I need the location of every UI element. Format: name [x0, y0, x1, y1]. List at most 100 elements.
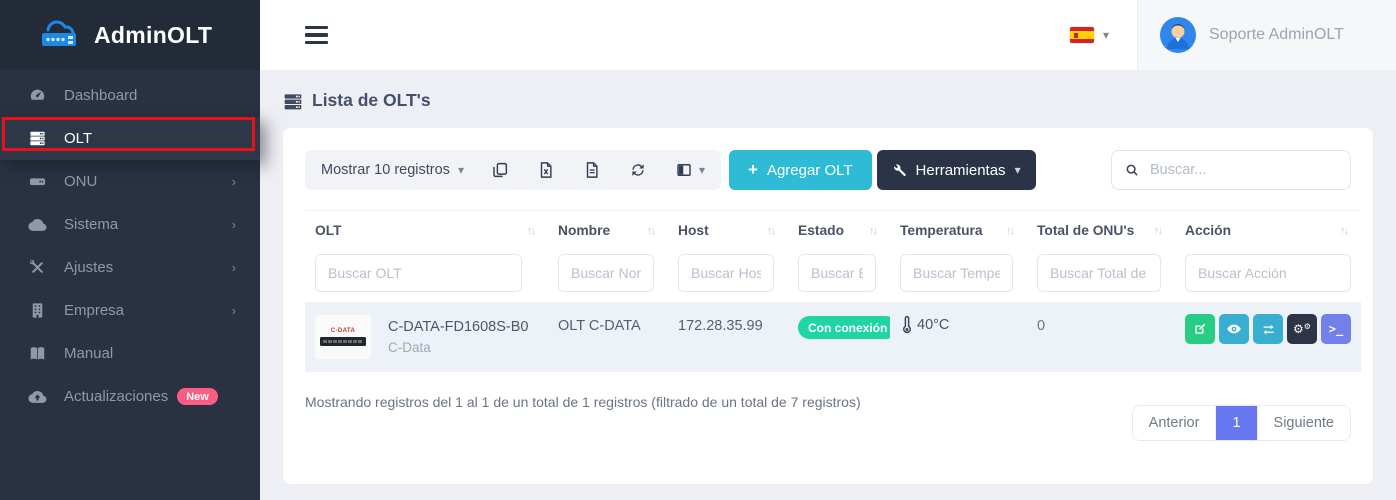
column-header-estado[interactable]: Estado↑↓	[788, 210, 890, 248]
export-excel-button[interactable]	[537, 161, 556, 180]
app-title: AdminOLT	[94, 22, 212, 49]
wrench-icon	[892, 163, 907, 178]
filter-olt-input[interactable]	[315, 254, 522, 292]
configure-olt-button[interactable]: ⚙⚙	[1287, 314, 1317, 344]
book-icon	[27, 344, 47, 364]
sort-icon: ↑↓	[647, 225, 658, 237]
tools-icon	[27, 258, 47, 278]
records-summary: Mostrando registros del 1 al 1 de un tot…	[305, 392, 861, 410]
pagination-previous-button[interactable]: Anterior	[1133, 406, 1216, 440]
olt-table: OLT↑↓ Nombre↑↓ Host↑↓ Estado↑↓ Temperatu…	[305, 210, 1351, 372]
column-header-total-onus[interactable]: Total de ONU's↑↓	[1027, 210, 1175, 248]
exchange-olt-button[interactable]	[1253, 314, 1283, 344]
export-file-button[interactable]	[583, 161, 602, 180]
olt-brand: C-Data	[388, 340, 528, 355]
sidebar-item-actualizaciones[interactable]: Actualizaciones New	[0, 375, 260, 418]
user-name: Soporte AdminOLT	[1209, 26, 1344, 44]
chevron-right-icon: ›	[232, 303, 236, 318]
pagination-next-button[interactable]: Siguiente	[1257, 406, 1350, 440]
sidebar-item-dashboard[interactable]: Dashboard	[0, 74, 260, 117]
pagination: Anterior 1 Siguiente	[1132, 405, 1351, 441]
cell-estado: Con conexión	[788, 302, 890, 372]
filter-total-onus-input[interactable]	[1037, 254, 1161, 292]
search-input[interactable]	[1150, 162, 1337, 178]
sidebar-item-sistema[interactable]: Sistema ›	[0, 203, 260, 246]
sort-icon: ↑↓	[1154, 225, 1165, 237]
edit-icon	[1193, 322, 1207, 336]
sidebar-item-label: Manual	[64, 345, 113, 362]
sidebar-item-ajustes[interactable]: Ajustes ›	[0, 246, 260, 289]
tools-label: Herramientas	[916, 162, 1006, 179]
user-avatar	[1160, 17, 1196, 53]
sidebar-item-onu[interactable]: ONU ›	[0, 160, 260, 203]
copy-button[interactable]	[491, 161, 510, 180]
chevron-down-icon: ▾	[1103, 28, 1109, 42]
column-header-temperatura[interactable]: Temperatura↑↓	[890, 210, 1027, 248]
server-icon	[283, 91, 303, 111]
page-length-select[interactable]: Mostrar 10 registros ▾	[321, 162, 464, 178]
cloud-icon	[27, 215, 47, 235]
refresh-button[interactable]	[629, 161, 648, 180]
user-menu[interactable]: Soporte AdminOLT	[1137, 0, 1396, 70]
sidebar-item-empresa[interactable]: Empresa ›	[0, 289, 260, 332]
column-header-accion[interactable]: Acción↑↓	[1175, 210, 1361, 248]
filter-temperatura-input[interactable]	[900, 254, 1013, 292]
sidebar-item-label: Dashboard	[64, 87, 137, 104]
column-header-host[interactable]: Host↑↓	[668, 210, 788, 248]
column-visibility-button[interactable]: ▾	[675, 161, 705, 179]
tools-dropdown-button[interactable]: Herramientas ▾	[877, 150, 1036, 190]
filter-nombre-input[interactable]	[558, 254, 654, 292]
cell-accion: ⚙⚙ >_	[1175, 302, 1361, 372]
cell-total-onus: 0	[1027, 302, 1175, 372]
chevron-down-icon: ▾	[1015, 163, 1021, 177]
status-badge: Con conexión	[798, 316, 897, 339]
adminolt-logo-icon	[34, 18, 84, 52]
sidebar-item-label: Actualizaciones	[64, 388, 168, 405]
table-toolbar: Mostrar 10 registros ▾ ▾	[305, 150, 1351, 190]
add-olt-label: Agregar OLT	[767, 162, 853, 179]
sidebar-item-olt[interactable]: OLT	[0, 117, 260, 160]
chevron-down-icon: ▾	[699, 163, 705, 177]
page-length-label: Mostrar 10 registros	[321, 162, 450, 178]
exchange-icon	[1261, 322, 1276, 337]
olt-list-card: Mostrar 10 registros ▾ ▾	[283, 128, 1373, 484]
sidebar-nav: Dashboard OLT ONU › S	[0, 70, 260, 418]
chevron-down-icon: ▾	[458, 163, 464, 177]
sidebar-item-manual[interactable]: Manual	[0, 332, 260, 375]
thermometer-icon	[900, 316, 914, 334]
new-badge: New	[177, 388, 218, 405]
chevron-right-icon: ›	[232, 217, 236, 232]
dashboard-icon	[27, 86, 47, 106]
filter-cell	[548, 248, 668, 302]
building-icon	[27, 301, 47, 321]
sidebar-item-label: OLT	[64, 130, 92, 147]
filter-host-input[interactable]	[678, 254, 774, 292]
filter-accion-input[interactable]	[1185, 254, 1351, 292]
terminal-olt-button[interactable]: >_	[1321, 314, 1351, 344]
sort-icon: ↑↓	[869, 225, 880, 237]
app-logo[interactable]: AdminOLT	[0, 0, 260, 70]
language-dropdown[interactable]: ▾	[1070, 27, 1109, 43]
column-header-olt[interactable]: OLT↑↓	[305, 210, 548, 248]
pagination-page-1-button[interactable]: 1	[1215, 406, 1256, 440]
menu-toggle-button[interactable]	[305, 26, 328, 45]
view-olt-button[interactable]	[1219, 314, 1249, 344]
edit-olt-button[interactable]	[1185, 314, 1215, 344]
cell-temperatura: 40°C	[890, 302, 1027, 372]
search-icon	[1125, 162, 1139, 178]
column-header-nombre[interactable]: Nombre↑↓	[548, 210, 668, 248]
cell-nombre: OLT C-DATA	[548, 302, 668, 372]
sidebar-item-label: Ajustes	[64, 259, 113, 276]
page-title: Lista de OLT's	[283, 90, 1373, 111]
add-olt-button[interactable]: + Agregar OLT	[729, 150, 872, 190]
page-title-text: Lista de OLT's	[312, 90, 431, 111]
filter-cell	[890, 248, 1027, 302]
table-controls-group: Mostrar 10 registros ▾ ▾	[305, 150, 721, 190]
cell-olt: C-DATA C-DATA-FD1608S-B0 C-Data	[305, 302, 548, 372]
device-logo-text: C-DATA	[331, 328, 356, 334]
filter-estado-input[interactable]	[798, 254, 876, 292]
cloud-upload-icon	[27, 387, 47, 407]
filter-cell	[305, 248, 548, 302]
sort-icon: ↑↓	[527, 225, 538, 237]
plus-icon: +	[748, 160, 758, 180]
